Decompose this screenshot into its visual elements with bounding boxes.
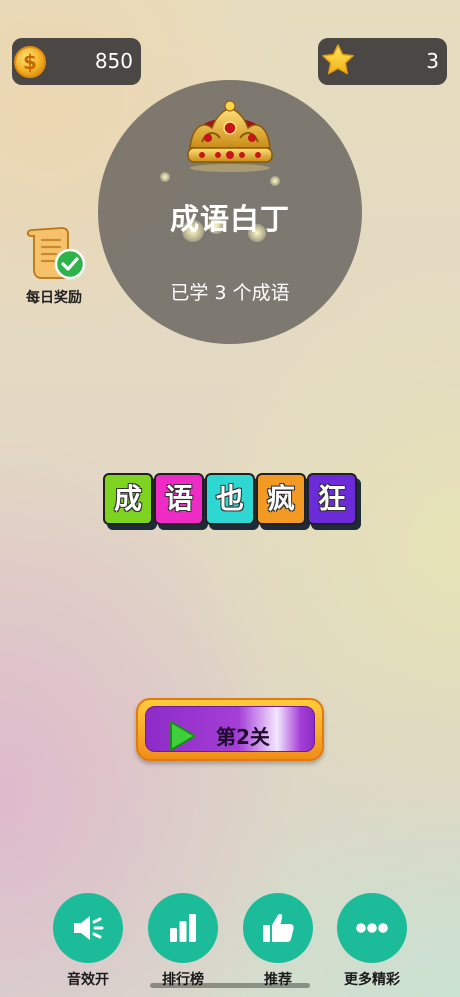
ranking-circle — [148, 893, 218, 963]
logo-tile: 成 — [103, 473, 153, 525]
star-icon — [322, 44, 354, 75]
more-games-label: 更多精彩 — [344, 972, 400, 988]
rank-title: 成语白丁 — [169, 202, 290, 236]
start-level-button[interactable]: 第2关 — [136, 698, 324, 761]
speaker-icon — [74, 916, 104, 940]
home-indicator — [150, 983, 310, 988]
sound-toggle-circle — [53, 893, 123, 963]
daily-reward-button[interactable]: 每日奖励 — [18, 224, 90, 314]
start-level-button-face: 第2关 — [145, 706, 315, 752]
sparkle — [270, 176, 280, 186]
sound-toggle-label: 音效开 — [67, 972, 109, 988]
recommend-circle — [243, 893, 313, 963]
rank-badge: 成语白丁 已学 3 个成语 — [98, 80, 362, 344]
bar-chart-icon — [170, 914, 196, 942]
coins-value: 850 — [94, 49, 133, 73]
level-label: 第2关 — [216, 725, 270, 749]
logo-tile: 疯 — [256, 473, 306, 525]
scroll-check-icon — [26, 227, 86, 280]
more-games-button[interactable]: 更多精彩 — [321, 893, 421, 993]
sound-toggle-button[interactable]: 音效开 — [37, 893, 137, 993]
coin-icon: $ — [14, 46, 46, 78]
more-dots-icon — [356, 923, 388, 933]
play-icon — [170, 721, 196, 751]
sparkle — [160, 172, 170, 182]
crown-icon — [187, 100, 273, 172]
learned-count-text: 已学 3 个成语 — [170, 282, 290, 304]
logo-tile: 也 — [205, 473, 255, 525]
stars-value: 3 — [426, 49, 439, 73]
coins-counter: $ 850 — [12, 38, 141, 85]
game-logo: 成 语 也 疯 狂 — [103, 473, 365, 533]
recommend-button[interactable]: 推荐 — [227, 893, 327, 993]
stars-counter: 3 — [318, 38, 447, 85]
more-games-circle — [337, 893, 407, 963]
logo-tile: 狂 — [307, 473, 357, 525]
thumbs-up-icon — [263, 914, 294, 942]
ranking-button[interactable]: 排行榜 — [132, 893, 232, 993]
logo-tile: 语 — [154, 473, 204, 525]
daily-reward-label: 每日奖励 — [26, 290, 82, 306]
